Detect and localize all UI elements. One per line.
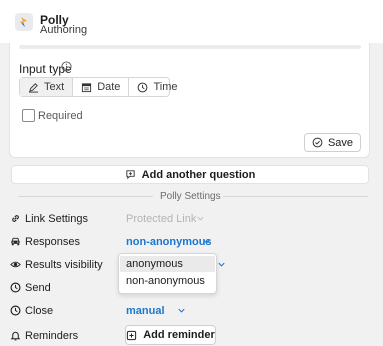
calendar-icon xyxy=(82,82,92,92)
input-type-selector: Text Date Time xyxy=(19,77,177,97)
required-checkbox[interactable] xyxy=(22,109,35,122)
add-question-button[interactable]: Add another question xyxy=(11,165,369,184)
add-reminder-label: Add reminder xyxy=(143,329,215,341)
chevron-down-icon xyxy=(197,216,204,221)
add-question-label: Add another question xyxy=(141,168,256,181)
input-type-time-label: Time xyxy=(153,81,178,93)
car-icon xyxy=(11,237,20,246)
input-type-date-button[interactable]: Date xyxy=(73,78,130,96)
required-label: Required xyxy=(38,110,83,122)
pen-icon xyxy=(28,82,39,93)
clock-icon xyxy=(10,305,21,316)
bell-icon xyxy=(10,331,21,341)
close-select[interactable]: manual xyxy=(126,305,165,317)
clock-icon xyxy=(10,282,21,293)
info-icon[interactable] xyxy=(61,61,72,72)
input-type-date-label: Date xyxy=(97,81,121,93)
link-settings-label: Link Settings xyxy=(25,213,88,225)
responses-select[interactable]: non-anonymous xyxy=(126,236,212,248)
eye-icon xyxy=(10,261,21,268)
chevron-down-icon[interactable] xyxy=(177,306,186,315)
add-reminder-button[interactable]: Add reminder xyxy=(125,325,216,345)
plus-square-icon xyxy=(127,330,137,340)
chevron-down-icon[interactable] xyxy=(202,237,211,246)
save-button[interactable]: Save xyxy=(304,133,361,152)
settings-divider-left xyxy=(18,196,153,197)
dropdown-option-non-anonymous[interactable]: non-anonymous xyxy=(120,273,215,289)
clock-icon xyxy=(138,82,148,92)
save-button-label: Save xyxy=(327,136,354,149)
close-label: Close xyxy=(25,305,54,317)
settings-title: Polly Settings xyxy=(160,191,221,202)
chevron-down-icon[interactable] xyxy=(217,260,226,269)
responses-label: Responses xyxy=(25,236,81,248)
input-type-text-label: Text xyxy=(44,81,65,93)
question-text-field[interactable] xyxy=(19,45,361,49)
polly-logo xyxy=(15,13,33,31)
settings-divider-right xyxy=(223,196,368,197)
input-type-text-button[interactable]: Text xyxy=(20,78,74,96)
input-type-time-button[interactable]: Time xyxy=(129,78,185,96)
link-icon xyxy=(12,215,19,222)
send-label: Send xyxy=(25,282,51,294)
app-subtitle: Authoring xyxy=(40,24,88,36)
reminders-label: Reminders xyxy=(25,330,79,342)
check-circle-icon xyxy=(312,137,323,148)
link-settings-value: Protected Link xyxy=(126,213,197,225)
results-visibility-label: Results visibility xyxy=(25,259,103,271)
dropdown-option-anonymous[interactable]: anonymous xyxy=(120,256,215,272)
responses-dropdown-menu: anonymous non-anonymous xyxy=(118,253,217,294)
add-comment-icon xyxy=(126,170,135,180)
